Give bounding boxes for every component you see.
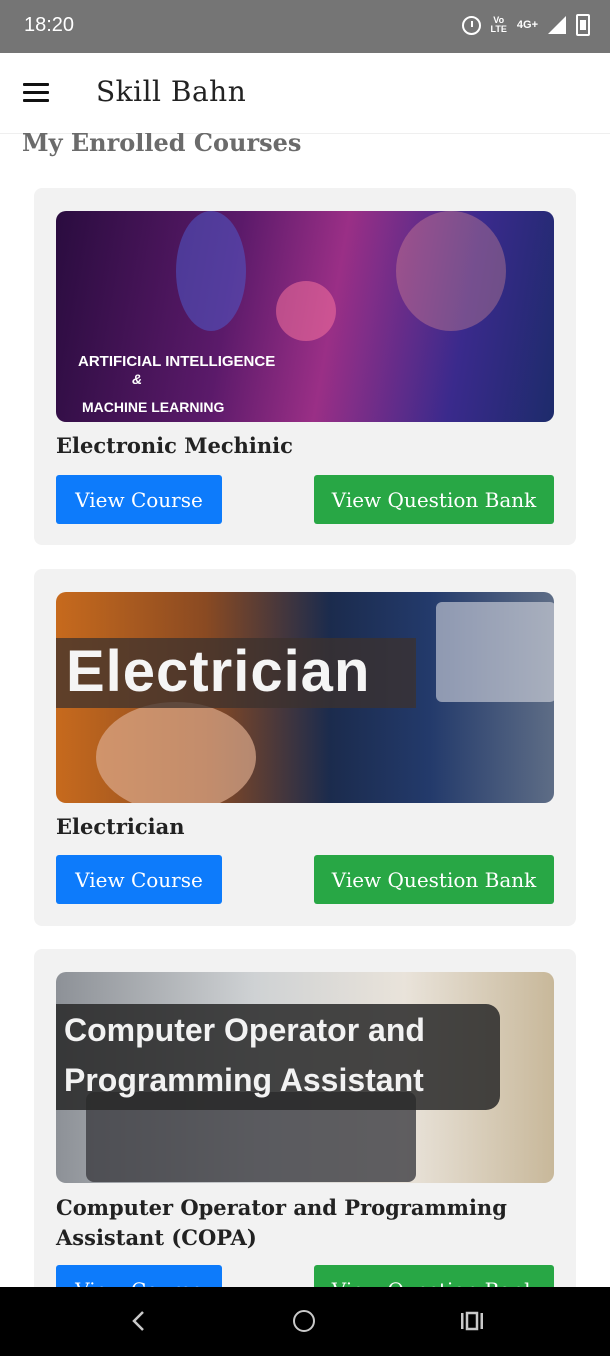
view-question-bank-button[interactable]: View Question Bank xyxy=(314,1265,554,1287)
section-title: My Enrolled Courses xyxy=(22,133,302,157)
course-card: Computer Operator and Programming Assist… xyxy=(34,949,576,1287)
thumbnail-text: ARTIFICIAL INTELLIGENCE xyxy=(78,353,276,370)
thumbnail-text: Programming Assistant xyxy=(64,1062,424,1098)
hamburger-icon[interactable] xyxy=(23,83,49,103)
course-thumbnail: ARTIFICIAL INTELLIGENCE & MACHINE LEARNI… xyxy=(56,211,554,422)
signal-icon xyxy=(548,16,566,34)
course-thumbnail: Electrician xyxy=(56,592,554,803)
view-question-bank-button[interactable]: View Question Bank xyxy=(314,855,554,904)
system-nav-bar xyxy=(0,1287,610,1356)
thumbnail-text: Computer Operator and xyxy=(64,1012,425,1048)
status-icons: Vo LTE 4G+ xyxy=(461,14,590,36)
thumbnail-text: MACHINE LEARNING xyxy=(82,399,225,415)
app-title: Skill Bahn xyxy=(96,75,247,108)
course-name: Electronic Mechinic xyxy=(56,433,293,458)
alarm-icon xyxy=(461,15,481,35)
course-name: Computer Operator and Programming Assist… xyxy=(56,1195,507,1250)
app-bar: Skill Bahn xyxy=(0,53,610,134)
view-course-button[interactable]: View Course xyxy=(56,475,222,524)
view-course-button[interactable]: View Course xyxy=(56,855,222,904)
course-card: Electrician Electrician View Course View… xyxy=(34,569,576,926)
course-name: Electrician xyxy=(56,814,185,839)
course-list[interactable]: My Enrolled Courses ARTIFICIAL INTELLIGE… xyxy=(0,133,610,1287)
network-type-label: 4G+ xyxy=(516,19,538,31)
thumbnail-text: & xyxy=(132,371,143,387)
volte-icon: Vo LTE xyxy=(490,15,507,34)
course-thumbnail: Computer Operator and Programming Assist… xyxy=(56,972,554,1183)
back-icon[interactable] xyxy=(128,1310,150,1332)
status-bar: 18:20 Vo LTE 4G+ xyxy=(0,0,610,53)
status-time: 18:20 xyxy=(24,14,75,36)
home-icon[interactable] xyxy=(293,1310,315,1332)
view-course-button[interactable]: View Course xyxy=(56,1265,222,1287)
thumbnail-text: Electrician xyxy=(66,639,371,704)
view-question-bank-button[interactable]: View Question Bank xyxy=(314,475,554,524)
recents-icon[interactable] xyxy=(460,1311,484,1331)
battery-icon xyxy=(576,14,590,36)
course-card: ARTIFICIAL INTELLIGENCE & MACHINE LEARNI… xyxy=(34,188,576,545)
